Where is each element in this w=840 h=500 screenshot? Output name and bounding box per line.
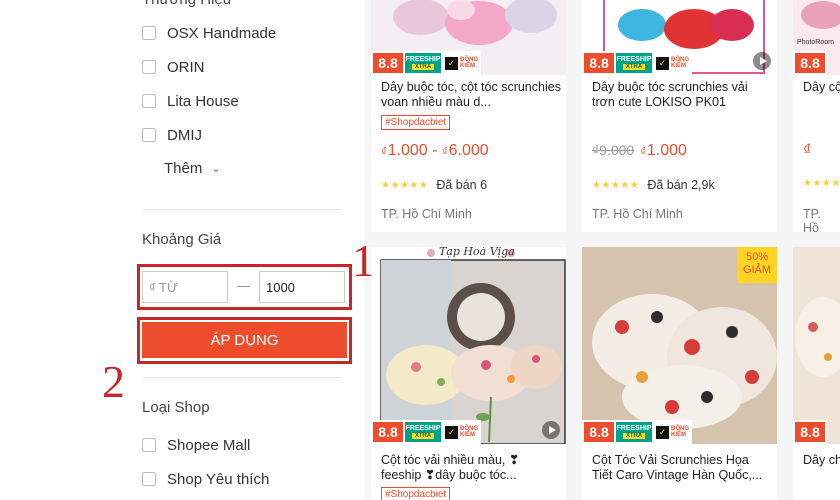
brand-label: ORIN xyxy=(167,58,205,76)
promo-badges: 8.8 FREESHIP XTRA ✓ ĐỒNG KIỂM xyxy=(371,51,481,75)
checkbox[interactable] xyxy=(142,60,156,74)
shop-tag: #Shopdacbiet xyxy=(381,487,451,500)
brand-label: DMIJ xyxy=(167,126,202,144)
brand-label: Lita House xyxy=(167,92,239,110)
product-card[interactable]: PhotoRoom 8.8 Dây cộ ₫ ★★★★★ TP. Hồ xyxy=(793,0,840,232)
checkbox[interactable] xyxy=(142,472,156,486)
product-photo xyxy=(371,247,566,444)
product-image: 8.8 FREESHIP XTRA ✓ ĐỒNG KIỂM xyxy=(371,0,566,75)
product-image: 50% GIẢM 8.8 FREESHIP XTRA ✓ ĐỒNG KIỂM xyxy=(582,247,777,444)
product-image: 8.8 xyxy=(793,247,840,444)
product-price: ₫9.000 ₫1.000 xyxy=(592,142,687,159)
original-price: ₫9.000 xyxy=(592,142,635,158)
divider xyxy=(142,209,342,210)
checkbox[interactable] xyxy=(142,94,156,108)
checkbox[interactable] xyxy=(142,128,156,142)
product-card[interactable]: 8.8 FREESHIP XTRA ✓ ĐỒNG KIỂM Dây buộc tóc … xyxy=(582,0,777,232)
sale-88-badge: 8.8 xyxy=(371,51,405,75)
discount-badge: 50% GIẢM xyxy=(737,247,777,283)
shop-type-filter-mall[interactable]: Shopee Mall xyxy=(142,435,250,455)
dong-kiem-badge: ✓ ĐỒNG KIỂM xyxy=(654,420,692,444)
star-rating-icon: ★★★★★ xyxy=(381,179,429,191)
dong-kiem-badge: ✓ ĐỒNG KIỂM xyxy=(443,420,481,444)
divider xyxy=(142,377,342,378)
shop-type-label: Shop Yêu thích xyxy=(167,470,270,488)
check-icon: ✓ xyxy=(656,425,669,439)
product-card[interactable]: 8.8 FREESHIP XTRA ✓ ĐỒNG KIỂM Dây buộc tóc,… xyxy=(371,0,566,232)
price-min-input[interactable] xyxy=(142,271,228,303)
shop-location: TP. Hồ Chí Minh xyxy=(592,207,683,221)
product-card[interactable]: Tạp Hoá Vịga 8.8 FREESHIP XTRA ✓ ĐỒNG KIỂM … xyxy=(371,247,566,500)
promo-badges: 8.8 FREESHIP XTRA ✓ ĐỒNG KIỂM xyxy=(582,420,692,444)
product-name: Dây buộc tóc, cột tóc scrunchies voan nh… xyxy=(381,80,561,109)
price-range-dash xyxy=(237,286,250,287)
freeship-xtra-badge: FREESHIP XTRA xyxy=(616,420,654,444)
rating-row: ★★★★★ xyxy=(803,178,840,189)
sale-88-badge: 8.8 xyxy=(793,51,827,75)
product-image: 8.8 FREESHIP XTRA ✓ ĐỒNG KIỂM xyxy=(582,0,777,75)
star-rating-icon: ★★★★★ xyxy=(803,178,840,189)
check-icon: ✓ xyxy=(445,425,458,439)
video-play-icon xyxy=(753,52,771,70)
brand-filter-orin[interactable]: ORIN xyxy=(142,57,205,77)
product-name: Dây buộc tóc scrunchies vải trơn cute LO… xyxy=(592,80,748,109)
brand-heading: Thương Hiệu xyxy=(142,0,231,8)
product-name: Cột tóc vải nhiều màu, ❣ feeship ❣dây bu… xyxy=(381,453,520,482)
product-image: Tạp Hoá Vịga 8.8 FREESHIP XTRA ✓ ĐỒNG KIỂM xyxy=(371,247,566,444)
sold-count: Đã bán 6 xyxy=(436,178,488,192)
product-name: Cột Tóc Vải Scrunchies Họa Tiết Caro Vin… xyxy=(592,453,763,482)
promo-badges: 8.8 xyxy=(793,51,827,75)
shop-type-label: Shopee Mall xyxy=(167,436,251,454)
brand-filter-dmij[interactable]: DMIJ xyxy=(142,125,202,145)
brand-filter-lita-house[interactable]: Lita House xyxy=(142,91,239,111)
product-price: ₫1.000 - ₫6.000 xyxy=(381,142,489,159)
checkbox[interactable] xyxy=(142,26,156,40)
freeship-xtra-badge: FREESHIP XTRA xyxy=(405,51,443,75)
shop-location: TP. Hồ xyxy=(803,207,821,232)
freeship-xtra-badge: FREESHIP XTRA xyxy=(405,420,443,444)
checkbox[interactable] xyxy=(142,438,156,452)
dong-kiem-badge: ✓ ĐỒNG KIỂM xyxy=(443,51,481,75)
check-icon: ✓ xyxy=(656,56,669,70)
product-name: Dây cộ xyxy=(803,80,840,94)
shop-type-heading: Loại Shop xyxy=(142,399,210,416)
promo-badges: 8.8 xyxy=(793,420,827,444)
brand-filter-osx-handmade[interactable]: OSX Handmade xyxy=(142,23,276,43)
sale-88-badge: 8.8 xyxy=(793,420,827,444)
product-card[interactable]: 8.8 Dây ch nhiều xyxy=(793,247,840,500)
shop-tag: #Shopdacbiet xyxy=(381,115,451,130)
dong-kiem-badge: ✓ ĐỒNG KIỂM xyxy=(654,51,692,75)
product-price: ₫ xyxy=(803,142,812,159)
promo-badges: 8.8 FREESHIP XTRA ✓ ĐỒNG KIỂM xyxy=(371,420,481,444)
promo-badges: 8.8 FREESHIP XTRA ✓ ĐỒNG KIỂM xyxy=(582,51,692,75)
check-icon: ✓ xyxy=(445,56,458,70)
freeship-xtra-badge: FREESHIP XTRA xyxy=(616,51,654,75)
brand-label: OSX Handmade xyxy=(167,24,277,42)
show-more-brands[interactable]: Thêm ⌄ xyxy=(164,160,221,177)
chevron-down-icon: ⌄ xyxy=(211,163,221,175)
rating-row: ★★★★★ Đã bán 2,9k xyxy=(592,178,715,192)
product-card[interactable]: 50% GIẢM 8.8 FREESHIP XTRA ✓ ĐỒNG KIỂM Cột T… xyxy=(582,247,777,500)
product-image: PhotoRoom 8.8 xyxy=(793,0,840,75)
sale-88-badge: 8.8 xyxy=(582,420,616,444)
step-2-callout: 2 xyxy=(102,356,125,407)
show-more-label: Thêm xyxy=(164,160,203,177)
product-name: Dây ch nhiều xyxy=(803,453,840,467)
price-range-heading: Khoảng Giá xyxy=(142,231,222,248)
shop-watermark: Tạp Hoá Vịga xyxy=(439,247,515,258)
video-play-icon xyxy=(542,421,560,439)
price-max-input[interactable] xyxy=(259,271,345,303)
apply-price-button[interactable]: ÁP DỤNG xyxy=(142,322,347,358)
sale-88-badge: 8.8 xyxy=(582,51,616,75)
product-photo xyxy=(793,247,840,444)
sold-count: Đã bán 2,9k xyxy=(647,178,715,192)
shop-type-filter-favorite[interactable]: Shop Yêu thích xyxy=(142,469,269,489)
rating-row: ★★★★★ Đã bán 6 xyxy=(381,178,487,192)
sale-88-badge: 8.8 xyxy=(371,420,405,444)
star-rating-icon: ★★★★★ xyxy=(592,179,640,191)
watermark-text: PhotoRoom xyxy=(797,39,834,46)
shop-location: TP. Hồ Chí Minh xyxy=(381,207,472,221)
filter-sidebar: Thương Hiệu OSX Handmade ORIN Lita House… xyxy=(0,0,365,500)
